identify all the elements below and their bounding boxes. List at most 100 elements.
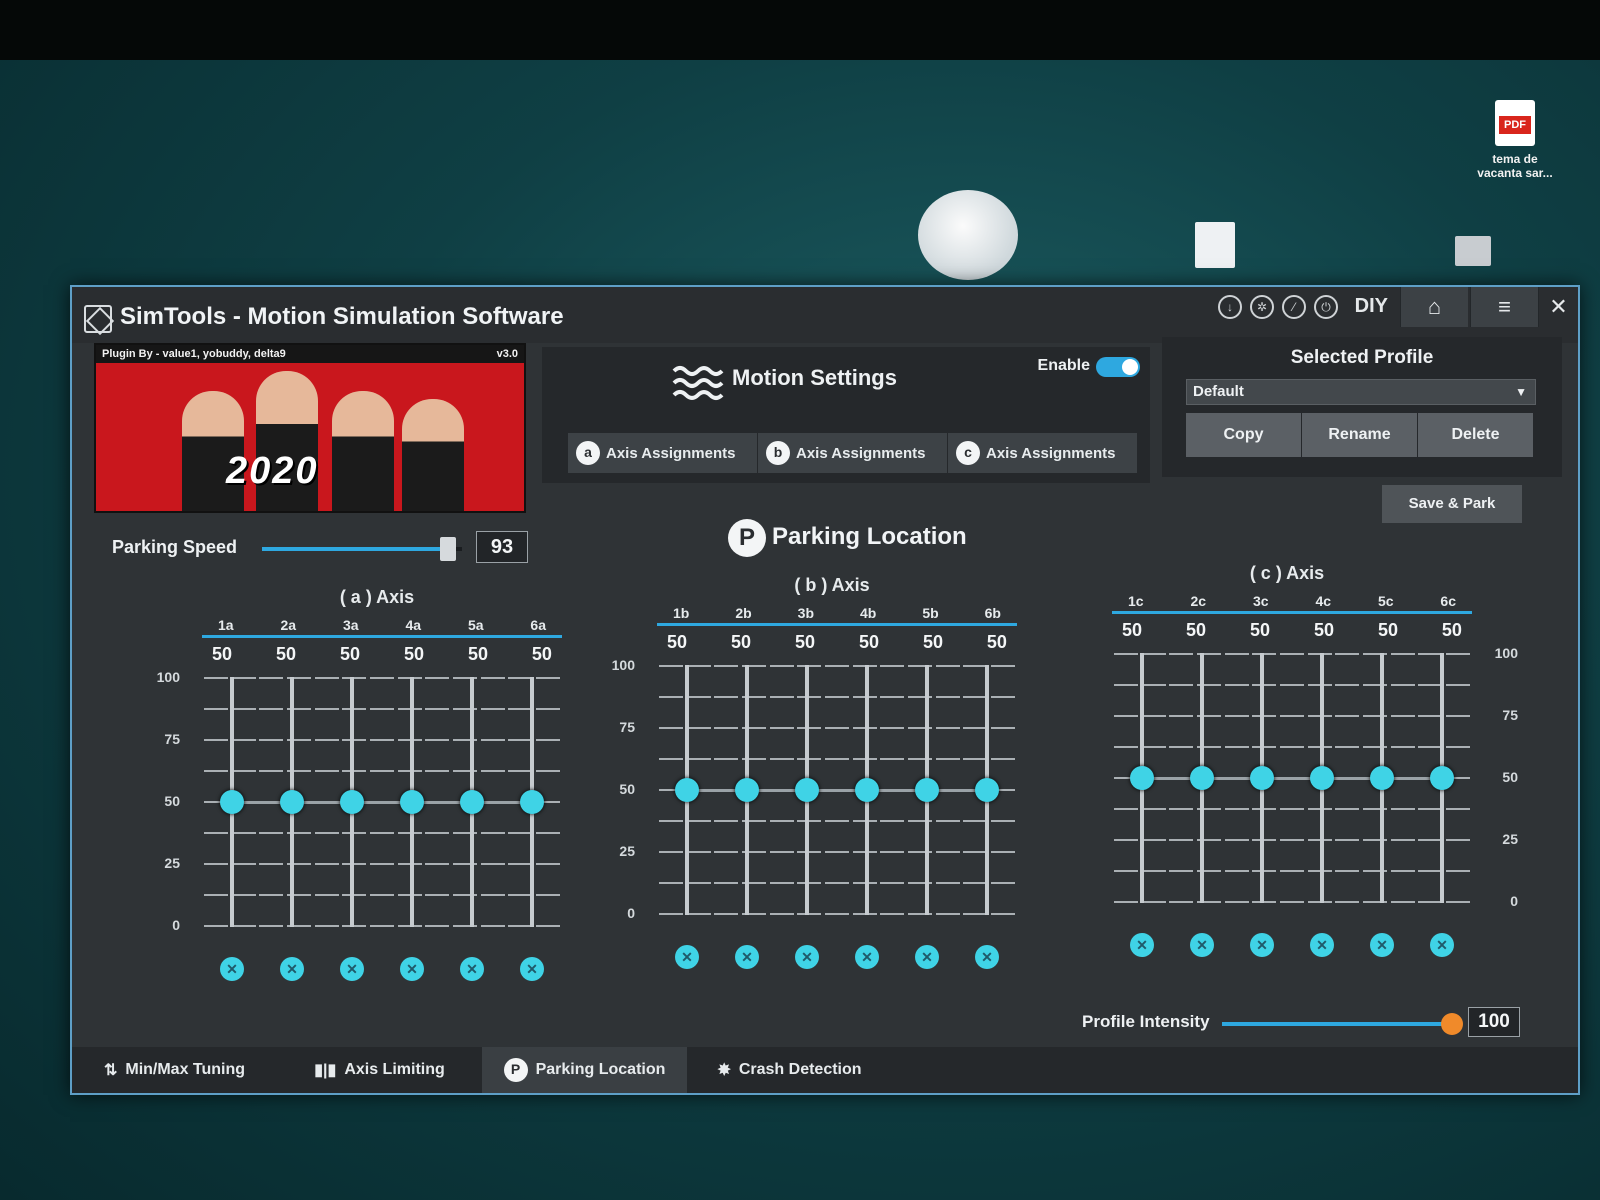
axis-reset-button[interactable]: ✕ [795,945,819,969]
axis-group-title: ( c ) Axis [1249,563,1325,583]
axis-reset-button[interactable]: ✕ [915,945,939,969]
axis-column-value[interactable]: 50 [731,632,751,653]
axis-column-value[interactable]: 50 [859,632,879,653]
desktop-icon-pdf[interactable]: PDF tema de vacanta sar... [1470,100,1560,180]
menu-button[interactable]: ≡ [1470,287,1538,327]
tick-mark [480,739,505,741]
axis-slider-knob[interactable] [1430,766,1454,790]
axis-column-value[interactable]: 50 [1186,620,1206,641]
axis-c-assignments-button[interactable]: c Axis Assignments [948,433,1138,473]
enable-toggle[interactable] [1096,357,1140,377]
tick-mark [824,851,849,853]
axis-reset-button[interactable]: ✕ [675,945,699,969]
axis-column-value[interactable]: 50 [1314,620,1334,641]
axis-slider-knob[interactable] [1130,766,1154,790]
wrench-icon[interactable]: ⁄ [1282,295,1306,319]
home-button[interactable]: ⌂ [1400,287,1468,327]
axis-reset-button[interactable]: ✕ [735,945,759,969]
axis-column-value[interactable]: 50 [795,632,815,653]
axis-column-label: 6c [1440,593,1456,609]
axis-a-assignments-button[interactable]: a Axis Assignments [568,433,758,473]
axis-reset-button[interactable]: ✕ [220,957,244,981]
axis-slider-knob[interactable] [915,778,939,802]
axis-reset-button[interactable]: ✕ [1190,933,1214,957]
download-icon[interactable]: ↓ [1218,295,1242,319]
axis-column-value[interactable]: 50 [340,644,360,665]
axis-column-value[interactable]: 50 [404,644,424,665]
x-icon: ✕ [1256,937,1268,953]
scale-tick-row [202,832,562,834]
axis-reset-button[interactable]: ✕ [400,957,424,981]
close-button[interactable]: ✕ [1538,287,1578,327]
tick-mark [342,677,367,679]
parking-speed-thumb[interactable] [440,537,456,561]
axis-column-value[interactable]: 50 [987,632,1007,653]
profile-intensity-value[interactable]: 100 [1468,1007,1520,1037]
axis-slider-knob[interactable] [795,778,819,802]
power-icon[interactable]: ⏻ [1314,295,1338,319]
axis-reset-button[interactable]: ✕ [975,945,999,969]
axis-column-value[interactable]: 50 [667,632,687,653]
diy-button[interactable]: DIY [1355,295,1388,318]
axis-reset-button[interactable]: ✕ [1310,933,1334,957]
axis-reset-button[interactable]: ✕ [340,957,364,981]
axis-slider-knob[interactable] [460,790,484,814]
gear-icon[interactable]: ✲ [1250,295,1274,319]
desktop-file-icon[interactable] [1195,222,1235,268]
profile-dropdown-value: Default [1193,383,1244,400]
tick-mark [1390,715,1415,717]
parking-speed-value[interactable]: 93 [476,531,528,563]
axis-reset-button[interactable]: ✕ [1430,933,1454,957]
axis-slider-knob[interactable] [1310,766,1334,790]
axis-reset-button[interactable]: ✕ [460,957,484,981]
axis-group-a: ( a ) Axis 1a 2a 3a 4a 5a 6a 50 50 50 50 50 50 100 75 5… [142,577,612,997]
save-and-park-button[interactable]: Save & Park [1382,485,1522,523]
axis-column-value[interactable]: 50 [276,644,296,665]
profile-intensity-slider[interactable] [1222,1013,1463,1035]
axis-b-assignments-button[interactable]: b Axis Assignments [758,433,948,473]
profile-dropdown[interactable]: Default ▼ [1186,379,1536,405]
desktop-folder-icon[interactable] [1455,236,1491,266]
delete-button[interactable]: Delete [1418,413,1534,457]
axis-column-value[interactable]: 50 [212,644,232,665]
tick-mark [259,677,284,679]
axis-column-value[interactable]: 50 [1442,620,1462,641]
axis-slider-knob[interactable] [340,790,364,814]
tab-parking-location[interactable]: P Parking Location [482,1047,687,1093]
axis-slider-knob[interactable] [1190,766,1214,790]
profile-intensity-thumb[interactable] [1441,1013,1463,1035]
axis-column-value[interactable]: 50 [1250,620,1270,641]
axis-slider-knob[interactable] [1250,766,1274,790]
axis-slider-knob[interactable] [735,778,759,802]
rename-button[interactable]: Rename [1302,413,1418,457]
tick-mark [1279,839,1304,841]
axis-column-value[interactable]: 50 [468,644,488,665]
tab-crash-detection[interactable]: ✸ Crash Detection [687,1047,892,1093]
tick-mark [659,665,683,667]
axis-column-value[interactable]: 50 [1378,620,1398,641]
axis-slider-knob[interactable] [280,790,304,814]
axis-slider-knob[interactable] [520,790,544,814]
axis-slider-knob[interactable] [675,778,699,802]
tick-mark [231,708,256,710]
axis-slider-knob[interactable] [1370,766,1394,790]
axis-column-value[interactable]: 50 [923,632,943,653]
axis-column-value[interactable]: 50 [532,644,552,665]
axis-reset-button[interactable]: ✕ [1250,933,1274,957]
copy-button[interactable]: Copy [1186,413,1302,457]
axis-reset-button[interactable]: ✕ [280,957,304,981]
axis-slider-knob[interactable] [855,778,879,802]
parking-speed-slider[interactable] [262,537,462,561]
tab-axis-limiting[interactable]: ▮|▮ Axis Limiting [277,1047,482,1093]
axis-column-value[interactable]: 50 [1122,620,1142,641]
axis-reset-button[interactable]: ✕ [1370,933,1394,957]
axis-reset-button[interactable]: ✕ [520,957,544,981]
tick-mark [231,677,256,679]
axis-reset-button[interactable]: ✕ [855,945,879,969]
axis-slider-knob[interactable] [400,790,424,814]
tick-mark [1224,870,1249,872]
axis-reset-button[interactable]: ✕ [1130,933,1154,957]
tab-min-max-tuning[interactable]: ⇅ Min/Max Tuning [72,1047,277,1093]
axis-slider-knob[interactable] [220,790,244,814]
axis-slider-knob[interactable] [975,778,999,802]
